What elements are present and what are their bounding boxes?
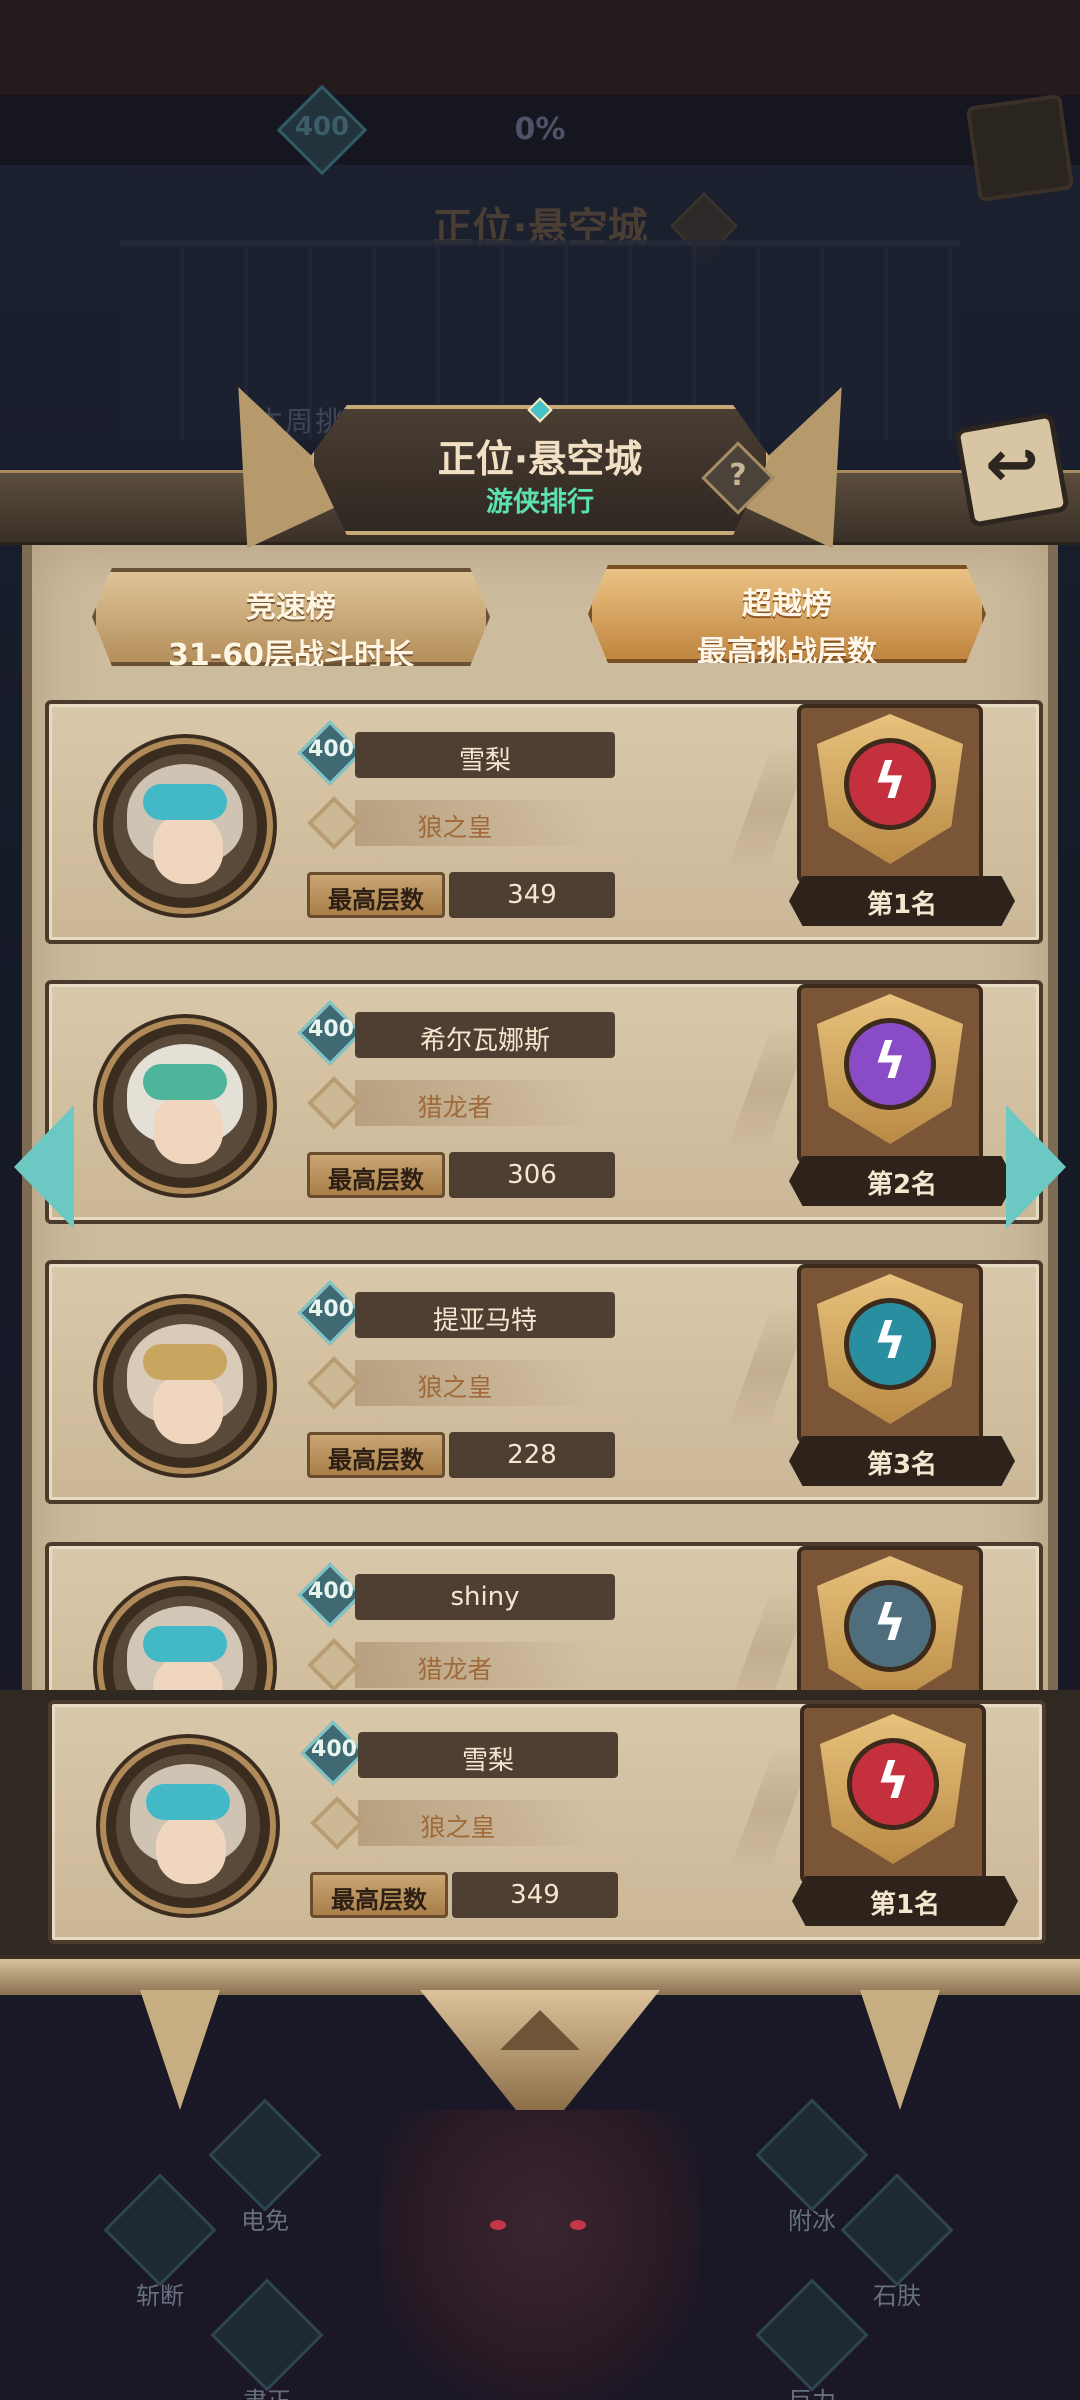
player-level: 400 — [311, 1737, 357, 1762]
floor-label: 最高层数 — [328, 1166, 424, 1194]
player-name: 雪梨 — [458, 746, 511, 776]
player-title: 狼之皇 — [420, 1813, 496, 1842]
rank-text: 第1名 — [866, 890, 938, 920]
lightning-icon: ϟ — [873, 1032, 907, 1090]
player-name: 希尔瓦娜斯 — [419, 1026, 550, 1056]
floor-label: 最高层数 — [331, 1886, 427, 1914]
title-emblem-icon — [307, 1356, 361, 1410]
status-bar-area — [0, 0, 1080, 95]
title-emblem-icon — [307, 796, 361, 850]
rank-text: 第1名 — [869, 1890, 941, 1920]
my-ranking-section: 400 雪梨 狼之皇 最高层数 349 ϟ 第1名 — [0, 1690, 1080, 1955]
floor-label: 最高层数 — [328, 1446, 424, 1474]
player-level: 400 — [308, 1017, 354, 1042]
ranking-row[interactable]: 400 提亚马特 狼之皇 最高层数 228 ϟ 第3名 — [45, 1260, 1043, 1504]
skill-label: 电免 — [241, 2207, 289, 2235]
floor-value: 228 — [507, 1440, 557, 1470]
rank-text: 第3名 — [866, 1450, 938, 1480]
ranking-row[interactable]: 400 雪梨 狼之皇 最高层数 349 ϟ 第1名 — [45, 700, 1043, 944]
skill-electric-immunity[interactable]: 电免 — [208, 2098, 322, 2235]
help-icon: ? — [729, 458, 747, 493]
skill-label: 巨力 — [757, 2381, 867, 2400]
title-emblem-icon — [307, 1076, 361, 1130]
back-arrow-icon: ↩ — [985, 428, 1039, 502]
beast-eye — [490, 2220, 506, 2230]
avatar-face — [153, 1374, 223, 1444]
tab-speed-ranking[interactable]: 竞速榜 31-60层战斗时长 — [92, 568, 490, 666]
avatar-mask — [143, 1064, 227, 1100]
avatar-mask — [143, 784, 227, 820]
player-name: 提亚马特 — [432, 1306, 537, 1336]
background-power-value: 400 — [294, 112, 350, 142]
skill-stone-skin[interactable]: 石肤 — [840, 2173, 954, 2310]
player-title: 狼之皇 — [417, 813, 493, 842]
panel-bottom-frame — [0, 1955, 1080, 1995]
floor-value: 306 — [507, 1160, 557, 1190]
avatar-mask — [143, 1344, 227, 1380]
lightning-icon: ϟ — [873, 1312, 907, 1370]
ranking-row[interactable]: 400 shiny 猎龙者 最高层数 ϟ — [45, 1542, 1043, 1690]
background-back-icon — [965, 93, 1075, 203]
player-level: 400 — [308, 737, 354, 762]
next-page-arrow-icon[interactable] — [1006, 1105, 1066, 1229]
rank-text: 第2名 — [866, 1170, 938, 1200]
avatar-mask — [146, 1784, 230, 1820]
fist-icon — [840, 2173, 954, 2287]
frame-fang-right — [860, 1990, 940, 2110]
avatar[interactable] — [113, 1314, 257, 1458]
floor-value: 349 — [507, 880, 557, 910]
lightning-icon: ϟ — [873, 752, 907, 810]
previous-page-arrow-icon[interactable] — [14, 1105, 74, 1229]
lightning-icon: ϟ — [876, 1752, 910, 1810]
sword-icon — [755, 2278, 869, 2392]
beast-eye — [570, 2220, 586, 2230]
avatar[interactable] — [116, 1754, 260, 1898]
title-emblem-icon — [310, 1796, 364, 1850]
skill-purge[interactable]: 肃正 — [210, 2278, 324, 2400]
skill-label: 肃正 — [212, 2381, 322, 2400]
skill-great-strength[interactable]: 巨力 — [755, 2278, 869, 2400]
beast-illustration — [380, 2110, 700, 2400]
avatar-face — [153, 1094, 223, 1164]
panel-subtitle: 游侠排行 — [486, 487, 594, 518]
floor-value: 349 — [510, 1880, 560, 1910]
player-level: 400 — [308, 1579, 354, 1604]
floor-label: 最高层数 — [328, 886, 424, 914]
ranking-list[interactable]: 400 雪梨 狼之皇 最高层数 349 ϟ 第1名 400 希尔瓦娜斯 猎龙者 … — [40, 700, 1045, 1690]
frame-fang-left — [140, 1990, 220, 2110]
player-title: 狼之皇 — [417, 1373, 493, 1402]
title-emblem-icon — [307, 1638, 361, 1690]
player-title: 猎龙者 — [417, 1655, 493, 1684]
tab-title: 竞速榜 — [246, 590, 336, 625]
player-level: 400 — [308, 1297, 354, 1322]
tab-surpass-ranking[interactable]: 超越榜 最高挑战层数 — [588, 565, 986, 663]
panel-title: 正位·悬空城 — [437, 437, 643, 481]
avatar[interactable] — [113, 1034, 257, 1178]
player-name: 雪梨 — [461, 1746, 514, 1776]
lightning-icon: ϟ — [873, 1594, 907, 1652]
avatar[interactable] — [113, 754, 257, 898]
skill-label: 斩断 — [136, 2282, 184, 2310]
player-name: shiny — [450, 1582, 520, 1612]
background-progress-percent: 0% — [514, 112, 566, 147]
ranking-row[interactable]: 400 希尔瓦娜斯 猎龙者 最高层数 306 ϟ 第2名 — [45, 980, 1043, 1224]
tab-title: 超越榜 — [742, 587, 832, 622]
skill-sever[interactable]: 斩断 — [103, 2173, 217, 2310]
player-title: 猎龙者 — [417, 1093, 493, 1122]
blade-icon — [103, 2173, 217, 2287]
avatar-mask — [143, 1626, 227, 1662]
avatar-face — [153, 814, 223, 884]
avatar-face — [156, 1814, 226, 1884]
lightning-shield-icon — [208, 2098, 322, 2212]
my-ranking-row[interactable]: 400 雪梨 狼之皇 最高层数 349 ϟ 第1名 — [48, 1700, 1046, 1944]
arrow-up-icon — [210, 2278, 324, 2392]
